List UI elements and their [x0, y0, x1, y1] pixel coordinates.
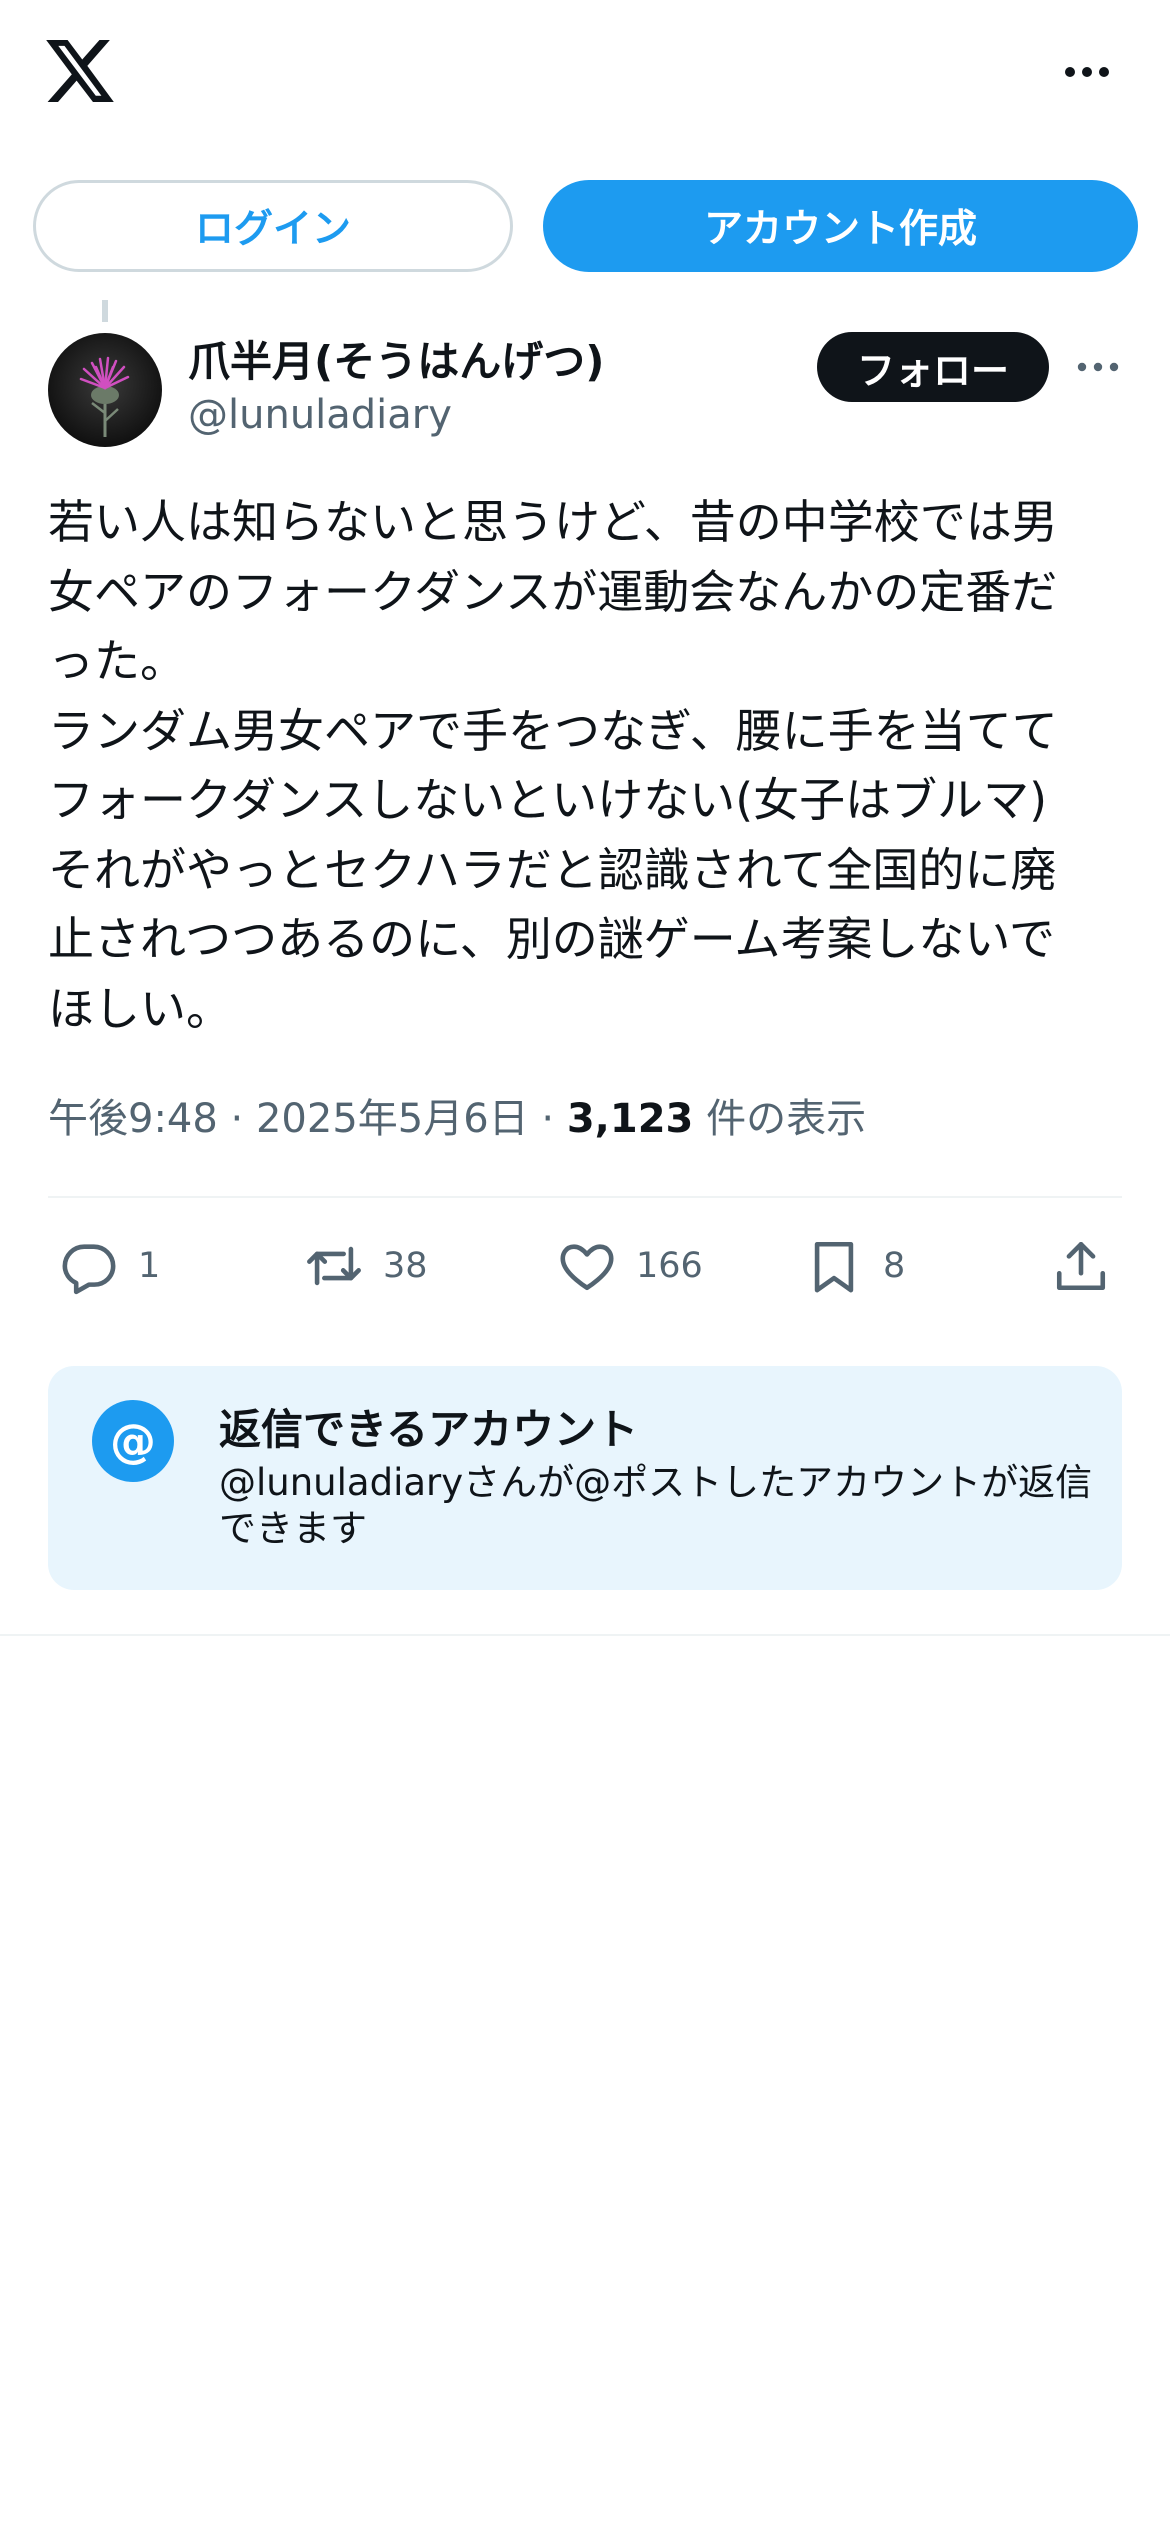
- at-mention-icon: @: [92, 1400, 174, 1482]
- thread-line: [102, 300, 108, 322]
- views-count: 3,123: [566, 1096, 694, 1142]
- reply-icon: [62, 1244, 116, 1295]
- like-count: 166: [636, 1246, 703, 1286]
- auth-buttons: ログイン アカウント作成: [33, 180, 1138, 272]
- divider: [48, 1196, 1122, 1198]
- repost-count: 38: [383, 1246, 428, 1286]
- reply-button[interactable]: 1: [60, 1226, 160, 1306]
- repost-button[interactable]: 38: [305, 1226, 428, 1306]
- heart-icon: [560, 1244, 614, 1291]
- reply-restriction-title: 返信できるアカウント: [219, 1405, 639, 1454]
- follow-button[interactable]: フォロー: [817, 332, 1049, 402]
- share-button[interactable]: [1052, 1226, 1110, 1306]
- share-icon: [1056, 1241, 1106, 1291]
- views-label: 件の表示: [706, 1096, 867, 1142]
- bookmark-icon: [814, 1241, 854, 1293]
- bookmark-count: 8: [883, 1246, 906, 1286]
- post-more-icon[interactable]: [1076, 355, 1120, 379]
- create-account-button[interactable]: アカウント作成: [543, 180, 1138, 272]
- post-time[interactable]: 午後9:48: [48, 1096, 218, 1142]
- avatar[interactable]: [48, 333, 162, 447]
- more-horizontal-icon[interactable]: [1062, 58, 1112, 86]
- reply-count: 1: [138, 1246, 161, 1286]
- meta-separator: ·: [230, 1096, 244, 1142]
- reply-restriction-description: @lunuladiaryさんが@ポストしたアカウントが返信できます: [219, 1461, 1093, 1550]
- top-bar: [0, 0, 1170, 150]
- like-button[interactable]: 166: [558, 1226, 703, 1306]
- divider: [0, 1634, 1170, 1636]
- action-bar: 1 38 166 8: [0, 1226, 1170, 1306]
- repost-icon: [307, 1246, 361, 1286]
- login-button[interactable]: ログイン: [33, 180, 513, 272]
- author-display-name[interactable]: 爪半月(そうはんげつ): [188, 328, 604, 389]
- bookmark-button[interactable]: 8: [805, 1226, 905, 1306]
- reply-restriction-box: @ 返信できるアカウント @lunuladiaryさんが@ポストしたアカウントが…: [48, 1366, 1122, 1590]
- author-handle[interactable]: @lunuladiary: [188, 392, 452, 438]
- meta-separator: ·: [541, 1096, 555, 1142]
- post-meta: 午後9:48 · 2025年5月6日 · 3,123 件の表示: [48, 1086, 866, 1144]
- post-date[interactable]: 2025年5月6日: [256, 1096, 529, 1142]
- post-text: 若い人は知らないと思うけど、昔の中学校では男 女ペアのフォークダンスが運動会なん…: [48, 495, 1058, 1036]
- x-logo-icon[interactable]: [46, 40, 114, 102]
